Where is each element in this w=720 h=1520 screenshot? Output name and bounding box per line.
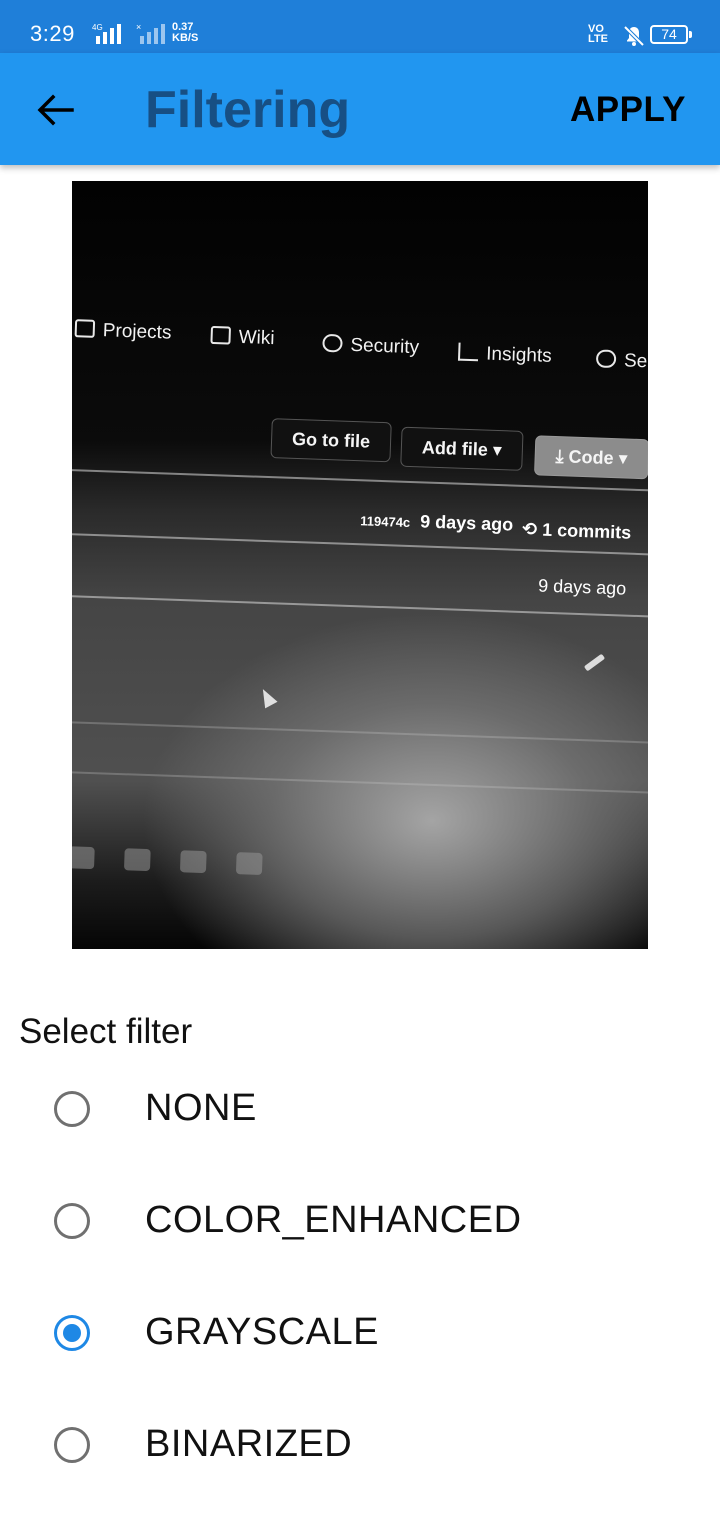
image-preview: Projects Wiki Security Insights Se Go to… xyxy=(72,181,648,949)
book-icon xyxy=(210,325,232,345)
svg-text:×: × xyxy=(136,22,141,32)
history-icon: ⟲ xyxy=(521,518,543,540)
filter-option-color-enhanced[interactable]: COLOR_ENHANCED xyxy=(0,1171,720,1271)
signal-strength-2-icon: × xyxy=(136,22,165,44)
preview-row-time: 9 days ago xyxy=(537,575,627,599)
page-title: Filtering xyxy=(145,81,351,139)
graph-icon xyxy=(457,342,479,362)
filter-option-label: BINARIZED xyxy=(145,1423,353,1465)
status-time: 3:29 xyxy=(30,21,75,46)
preview-nav-settings: Se xyxy=(595,349,648,373)
app-icon xyxy=(179,850,207,874)
preview-go-to-file-button: Go to file xyxy=(270,418,392,463)
network-speed: 0.37 KB/S xyxy=(172,21,199,44)
folder-icon xyxy=(235,852,263,876)
radio-button[interactable] xyxy=(54,1091,90,1127)
radio-button[interactable] xyxy=(54,1203,90,1239)
gear-icon xyxy=(595,349,617,369)
notifications-muted-icon xyxy=(623,25,645,47)
volte-indicator: VO LTE xyxy=(588,23,608,45)
preview-add-file-button: Add file ▾ xyxy=(400,426,524,471)
select-filter-heading: Select filter xyxy=(19,1012,193,1051)
radio-button[interactable] xyxy=(54,1315,90,1351)
mouse-cursor-icon xyxy=(256,685,278,709)
preview-nav-wiki: Wiki xyxy=(210,325,275,350)
preview-nav-insights: Insights xyxy=(457,342,552,368)
browser-icon xyxy=(123,848,151,872)
filter-option-label: COLOR_ENHANCED xyxy=(145,1199,522,1241)
filter-option-label: NONE xyxy=(145,1087,257,1129)
projects-icon xyxy=(74,319,96,338)
preview-nav-security: Security xyxy=(322,333,419,359)
battery-indicator: 74 xyxy=(650,25,692,44)
preview-commit-info: 119474c 9 days ago xyxy=(360,511,514,535)
app-bar: Filtering APPLY xyxy=(0,53,720,165)
status-bar: 3:29 4G × 0.37 KB/S VO LTE 74 xyxy=(0,0,720,53)
shield-icon xyxy=(322,333,343,353)
preview-taskbar xyxy=(72,836,648,908)
filter-option-grayscale[interactable]: GRAYSCALE xyxy=(0,1283,720,1383)
signal-strength-icon: 4G xyxy=(92,23,121,44)
back-button[interactable] xyxy=(26,81,84,139)
filter-option-label: GRAYSCALE xyxy=(145,1311,379,1353)
file-icon xyxy=(72,846,95,870)
filter-option-binarized[interactable]: BINARIZED xyxy=(0,1395,720,1495)
apply-button[interactable]: APPLY xyxy=(570,89,686,131)
filter-option-none[interactable]: NONE xyxy=(0,1059,720,1159)
preview-nav-projects: Projects xyxy=(74,319,172,344)
network-type: 4G xyxy=(92,23,103,32)
radio-button[interactable] xyxy=(54,1427,90,1463)
pencil-icon xyxy=(583,653,606,672)
preview-code-button: ⤓ Code ▾ xyxy=(534,435,648,480)
preview-commits: ⟲ 1 commits xyxy=(521,518,632,543)
arrow-left-icon xyxy=(37,94,74,126)
